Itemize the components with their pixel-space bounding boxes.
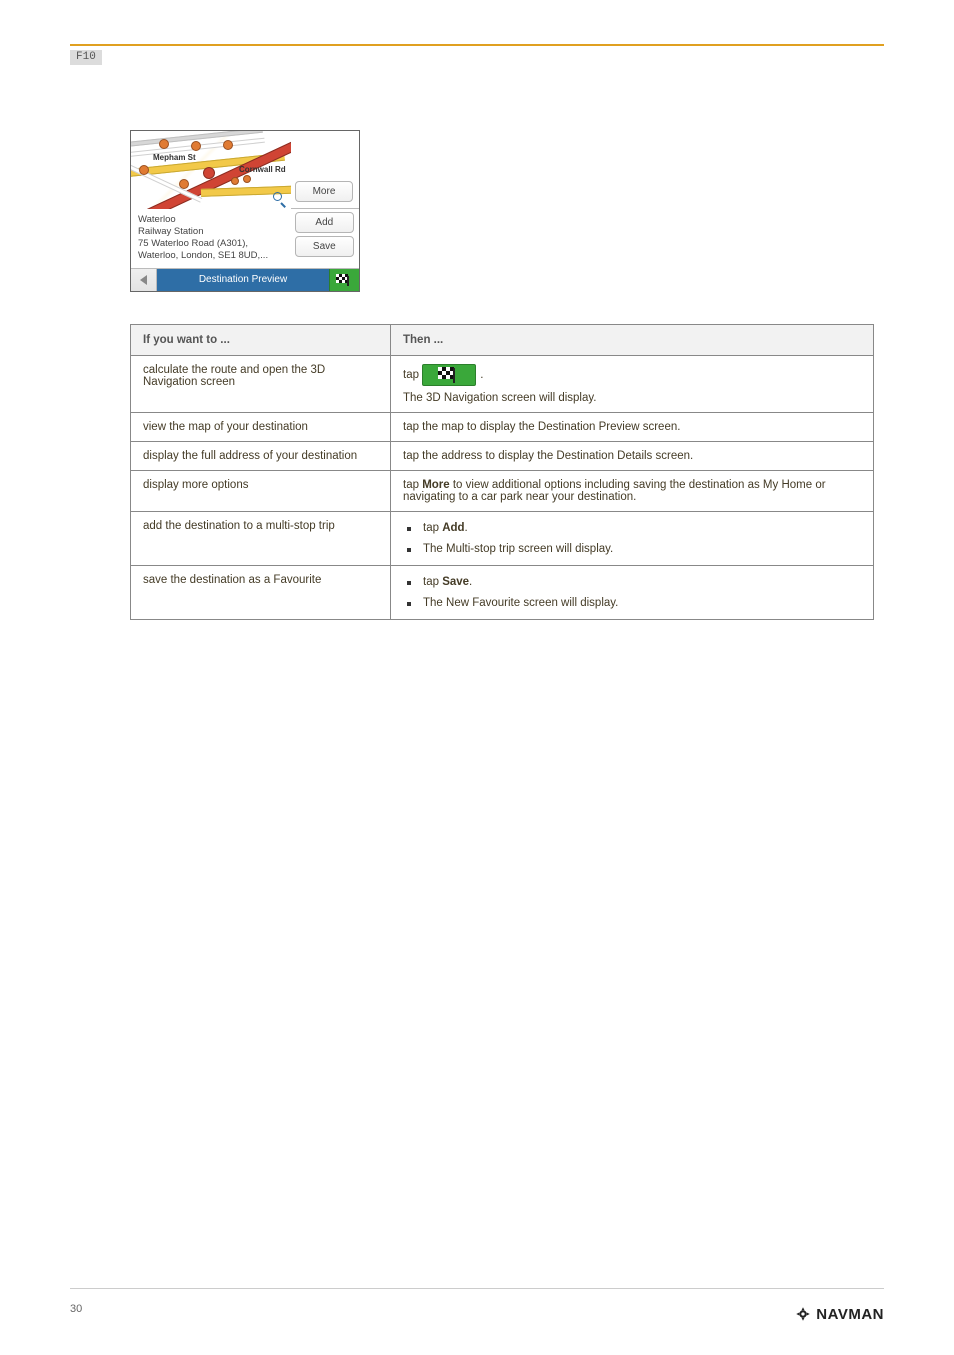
page-number: 30 [70, 1303, 82, 1315]
destination-info: Waterloo Railway Station 75 Waterloo Roa… [131, 209, 290, 268]
row0-if: calculate the route and open the 3D Navi… [131, 355, 391, 412]
row5-if: save the destination as a Favourite [131, 565, 391, 619]
header-if: If you want to ... [131, 324, 391, 355]
info-line-3: 75 Waterloo Road (A301), [138, 238, 283, 250]
info-line-2: Railway Station [138, 226, 283, 238]
list-item: The New Favourite screen will display. [417, 595, 863, 611]
info-line-1: Waterloo [138, 214, 283, 226]
go-flag-icon [336, 274, 354, 286]
map-sidebar: More [289, 131, 359, 209]
list-item: The Multi-stop trip screen will display. [417, 541, 863, 557]
row5-item0-strong: Save [442, 576, 469, 588]
row4-item0-prefix: tap [423, 522, 442, 534]
map-panel: Mepham St Cornwall Rd More [131, 131, 359, 209]
table-row: add the destination to a multi-stop trip… [131, 511, 874, 565]
row5-then: tap Save. The New Favourite screen will … [391, 565, 874, 619]
go-button[interactable] [329, 269, 359, 291]
page-label: F10 [70, 50, 102, 65]
row3-then-strong: More [422, 479, 449, 491]
header-then: Then ... [391, 324, 874, 355]
map-street-top: Mepham St [153, 153, 196, 162]
screenshot-footer: Destination Preview [131, 269, 359, 291]
row0-then-note: The 3D Navigation screen will display. [403, 392, 863, 404]
list-item: tap Add. [417, 520, 863, 541]
row4-item0-strong: Add [442, 522, 464, 534]
brand-logo-icon [794, 1305, 812, 1323]
footer-title: Destination Preview [157, 269, 329, 291]
row4-then: tap Add. The Multi-stop trip screen will… [391, 511, 874, 565]
row3-then-suffix: to view additional options including sav… [403, 479, 826, 503]
more-button[interactable]: More [295, 181, 353, 202]
row3-if: display more options [131, 470, 391, 511]
row3-then-prefix: tap [403, 479, 422, 491]
table-row: save the destination as a Favourite tap … [131, 565, 874, 619]
magnify-icon [273, 192, 287, 206]
go-flag-button[interactable] [422, 364, 476, 386]
options-table: If you want to ... Then ... calculate th… [130, 324, 874, 620]
brand: NAVMAN [794, 1305, 884, 1323]
row0-then: tap [391, 355, 874, 412]
row0-then-suffix: . [480, 369, 483, 381]
row2-if: display the full address of your destina… [131, 441, 391, 470]
row1-then: tap the map to display the Destination P… [391, 412, 874, 441]
row0-then-prefix: tap [403, 369, 419, 381]
add-button[interactable]: Add [295, 212, 354, 233]
table-row: display more options tap More to view ad… [131, 470, 874, 511]
info-line-4: Waterloo, London, SE1 8UD,... [138, 250, 283, 262]
list-item: tap Save. [417, 574, 863, 595]
table-row: display the full address of your destina… [131, 441, 874, 470]
content-area: Mepham St Cornwall Rd More Waterloo Rail… [130, 130, 874, 620]
brand-name: NAVMAN [816, 1306, 884, 1323]
row4-item0-suffix: . [465, 522, 468, 534]
row4-if: add the destination to a multi-stop trip [131, 511, 391, 565]
row5-item0-prefix: tap [423, 576, 442, 588]
table-row: view the map of your destination tap the… [131, 412, 874, 441]
save-button[interactable]: Save [295, 236, 354, 257]
footer-rule [70, 1288, 884, 1289]
row5-item0-suffix: . [469, 576, 472, 588]
back-button[interactable] [131, 269, 157, 291]
table-header-row: If you want to ... Then ... [131, 324, 874, 355]
destination-preview-screenshot: Mepham St Cornwall Rd More Waterloo Rail… [130, 130, 360, 292]
screenshot-body: Waterloo Railway Station 75 Waterloo Roa… [131, 209, 359, 269]
row3-then: tap More to view additional options incl… [391, 470, 874, 511]
top-rule [70, 44, 884, 46]
back-arrow-icon [140, 275, 147, 285]
map-street-right: Cornwall Rd [239, 165, 286, 174]
row1-if: view the map of your destination [131, 412, 391, 441]
map-area: Mepham St Cornwall Rd [131, 131, 291, 209]
table-row: calculate the route and open the 3D Navi… [131, 355, 874, 412]
row2-then: tap the address to display the Destinati… [391, 441, 874, 470]
screenshot-side-buttons: Add Save [290, 209, 359, 268]
